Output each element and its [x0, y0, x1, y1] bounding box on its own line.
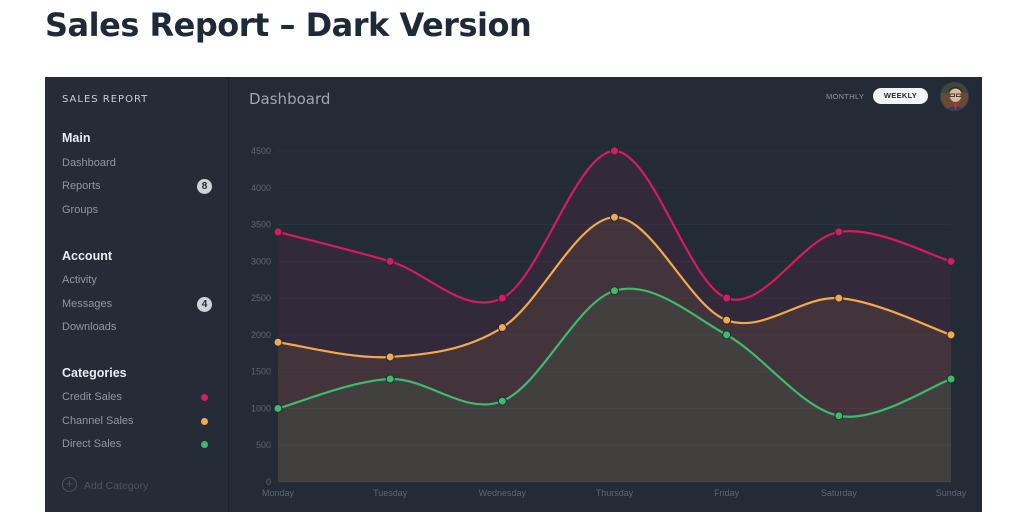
- category-color-dot: [201, 418, 208, 425]
- sidebar-item-groups[interactable]: Groups: [62, 202, 212, 220]
- data-point[interactable]: [610, 286, 619, 296]
- data-point[interactable]: [834, 227, 844, 237]
- sidebar-item-label: Dashboard: [62, 157, 116, 169]
- data-point[interactable]: [497, 323, 507, 333]
- section-title-main: Main: [62, 131, 91, 145]
- category-item-channel-sales[interactable]: Channel Sales: [62, 413, 212, 431]
- sidebar-item-messages[interactable]: Messages 4: [62, 296, 212, 314]
- sidebar-item-label: Groups: [62, 204, 99, 216]
- data-point[interactable]: [497, 293, 507, 303]
- main-panel: Dashboard MONTHLY WEEKLY 0 500 1000 1500 200: [230, 77, 982, 512]
- y-tick-label: 0: [266, 477, 271, 487]
- category-label: Channel Sales: [62, 415, 134, 427]
- data-point[interactable]: [722, 293, 732, 303]
- reports-count-badge: 8: [197, 179, 212, 194]
- y-tick-label: 4000: [251, 183, 271, 193]
- category-item-credit-sales[interactable]: Credit Sales: [62, 389, 212, 407]
- sidebar-item-downloads[interactable]: Downloads: [62, 319, 212, 337]
- y-tick-label: 4500: [251, 146, 271, 156]
- sidebar-item-label: Downloads: [62, 321, 117, 333]
- data-point[interactable]: [946, 374, 956, 384]
- sidebar: SALES REPORT Main Dashboard Reports 8 Gr…: [45, 77, 229, 512]
- y-tick-label: 1000: [251, 403, 271, 413]
- messages-count-badge: 4: [197, 297, 212, 312]
- sidebar-item-dashboard[interactable]: Dashboard: [62, 155, 212, 173]
- data-point[interactable]: [273, 337, 283, 347]
- data-point[interactable]: [385, 374, 395, 384]
- add-category-label: Add Category: [84, 480, 149, 492]
- x-tick-label: Wednesday: [479, 488, 527, 498]
- data-point[interactable]: [385, 352, 395, 362]
- x-tick-label: Tuesday: [373, 488, 408, 498]
- data-point[interactable]: [722, 315, 732, 325]
- section-title-categories: Categories: [62, 366, 127, 380]
- sales-area-chart: 0 500 1000 1500 2000 2500 3000 3500 4000 4500 Mond…: [251, 146, 967, 498]
- data-point[interactable]: [946, 330, 956, 340]
- data-point[interactable]: [610, 146, 619, 156]
- plus-circle-icon: +: [62, 477, 77, 492]
- category-label: Credit Sales: [62, 391, 122, 403]
- y-tick-label: 3500: [251, 220, 271, 230]
- y-tick-label: 500: [256, 440, 271, 450]
- sidebar-item-activity[interactable]: Activity: [62, 272, 212, 290]
- data-point[interactable]: [610, 212, 619, 222]
- sidebar-item-label: Messages: [62, 298, 113, 310]
- page-heading: Sales Report – Dark Version: [45, 6, 532, 44]
- data-point[interactable]: [946, 256, 956, 266]
- category-color-dot: [201, 394, 208, 401]
- y-tick-label: 2000: [251, 330, 271, 340]
- x-tick-label: Thursday: [596, 488, 634, 498]
- category-color-dot: [201, 441, 208, 448]
- x-tick-label: Friday: [714, 488, 740, 498]
- data-point[interactable]: [834, 293, 844, 303]
- y-tick-label: 2500: [251, 293, 271, 303]
- data-point[interactable]: [385, 256, 395, 266]
- dashboard-app: SALES REPORT Main Dashboard Reports 8 Gr…: [45, 77, 982, 512]
- section-title-account: Account: [62, 249, 112, 263]
- sidebar-item-reports[interactable]: Reports 8: [62, 178, 212, 196]
- x-tick-label: Monday: [262, 488, 295, 498]
- y-tick-label: 3000: [251, 256, 271, 266]
- x-tick-label: Saturday: [821, 488, 858, 498]
- data-point[interactable]: [722, 330, 732, 340]
- data-point[interactable]: [273, 227, 283, 237]
- data-point[interactable]: [273, 403, 283, 413]
- x-tick-label: Sunday: [936, 488, 967, 498]
- data-point[interactable]: [834, 411, 844, 421]
- category-label: Direct Sales: [62, 438, 122, 450]
- sidebar-item-label: Activity: [62, 274, 97, 286]
- data-point[interactable]: [497, 396, 507, 406]
- y-tick-label: 1500: [251, 367, 271, 377]
- category-item-direct-sales[interactable]: Direct Sales: [62, 436, 212, 454]
- brand-title: SALES REPORT: [62, 94, 149, 105]
- chart-areas: [278, 151, 951, 482]
- sidebar-item-label: Reports: [62, 180, 101, 192]
- add-category-button[interactable]: + Add Category: [62, 477, 182, 495]
